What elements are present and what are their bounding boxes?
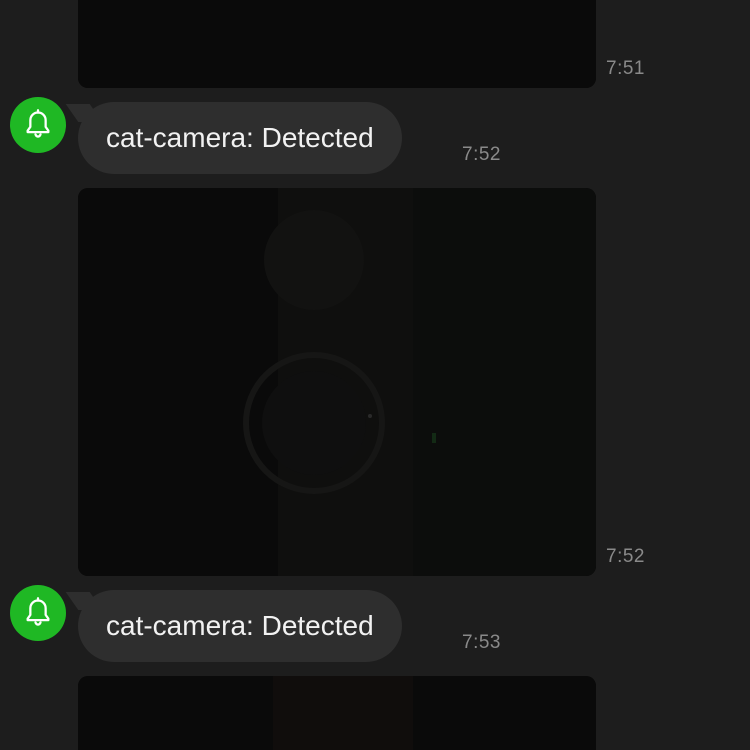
bell-icon: [26, 597, 50, 626]
notification-bubble[interactable]: cat-camera: Detected: [78, 590, 402, 662]
message-timestamp: 7:53: [462, 632, 501, 653]
bell-avatar[interactable]: [10, 97, 66, 153]
message-timestamp: 7:52: [462, 144, 501, 165]
message-timestamp: 7:51: [606, 58, 645, 79]
camera-snapshot[interactable]: [78, 0, 596, 88]
chat-thread: 7:51 cat-camera: Detected 7:52 7:52 cat-…: [0, 0, 750, 750]
notification-bubble[interactable]: cat-camera: Detected: [78, 102, 402, 174]
bell-avatar[interactable]: [10, 585, 66, 641]
notification-text: cat-camera: Detected: [106, 610, 374, 641]
snapshot-image: [78, 0, 596, 88]
message-timestamp: 7:52: [606, 546, 645, 567]
snapshot-image: [78, 188, 596, 576]
notification-text: cat-camera: Detected: [106, 122, 374, 153]
bell-icon: [26, 109, 50, 138]
camera-snapshot[interactable]: [78, 188, 596, 576]
camera-snapshot[interactable]: [78, 676, 596, 750]
snapshot-image: [78, 676, 596, 750]
